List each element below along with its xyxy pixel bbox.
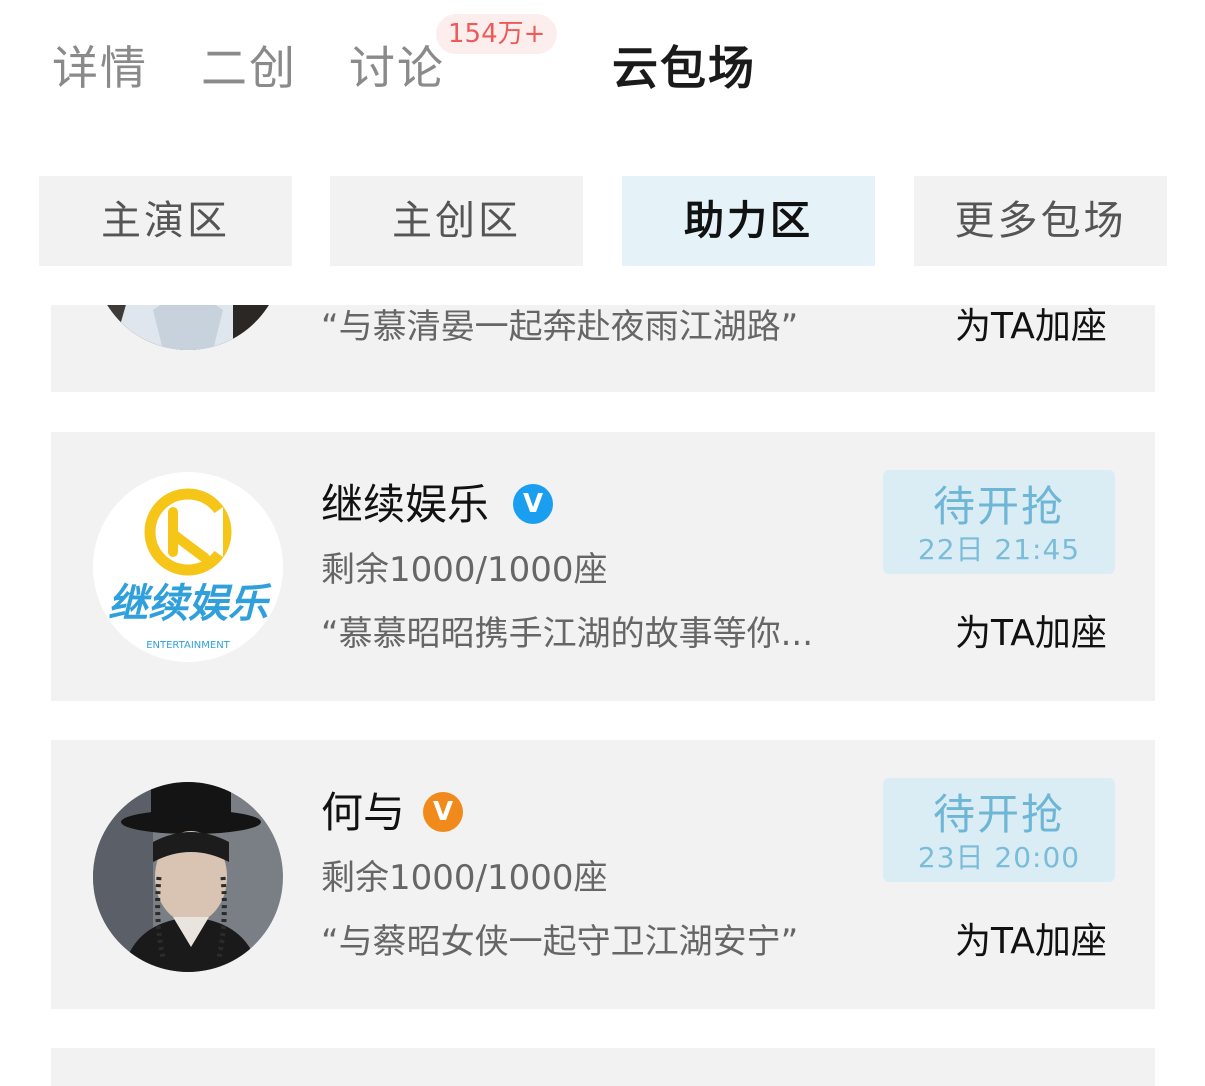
account-name: 继续娱乐 [321, 480, 490, 529]
svg-text:继续娱乐: 继续娱乐 [108, 581, 272, 627]
add-seat-button[interactable]: 为TA加座 [955, 920, 1107, 964]
tab-details[interactable]: 详情 [52, 40, 148, 96]
top-tab-bar: 详情 二创 讨论 154万+ 云包场 [0, 0, 1205, 130]
tab-secondary-creation[interactable]: 二创 [201, 40, 297, 96]
avatar [93, 782, 283, 972]
avatar-photo [93, 305, 283, 350]
grab-time: 22日 21:45 [917, 533, 1081, 566]
screening-card[interactable]: 继续娱乐 ENTERTAINMENT 继续娱乐 V 剩余1000/1000座 “… [51, 432, 1155, 701]
verified-v-icon: V [513, 484, 553, 524]
svg-text:ENTERTAINMENT: ENTERTAINMENT [146, 640, 230, 651]
screening-quote: “与蔡昭女侠一起守卫江湖安宁” [321, 922, 799, 962]
avatar [93, 305, 283, 350]
discussion-count-badge: 154万+ [436, 14, 558, 54]
tab-discussion[interactable]: 讨论 [349, 40, 445, 96]
screening-card[interactable]: 何与 V 剩余1000/1000座 “与蔡昭女侠一起守卫江湖安宁” 待开抢 23… [51, 740, 1155, 1009]
grab-label: 待开抢 [932, 482, 1065, 531]
account-name: 何与 [321, 788, 406, 837]
pending-grab-button[interactable]: 待开抢 23日 20:00 [883, 778, 1115, 882]
avatar: 继续娱乐 ENTERTAINMENT [93, 472, 283, 662]
grab-label: 待开抢 [932, 790, 1065, 839]
screening-card[interactable] [51, 1048, 1155, 1086]
add-seat-button[interactable]: 为TA加座 [955, 305, 1107, 349]
remaining-seats: 剩余1000/1000座 [321, 858, 608, 898]
screening-card[interactable]: “与慕清晏一起奔赴夜雨江湖路” 为TA加座 [51, 305, 1155, 392]
segment-creators[interactable]: 主创区 [330, 176, 583, 266]
pending-grab-button[interactable]: 待开抢 22日 21:45 [883, 470, 1115, 574]
add-seat-button[interactable]: 为TA加座 [955, 612, 1107, 656]
segment-more-screenings[interactable]: 更多包场 [914, 176, 1167, 266]
remaining-seats: 剩余1000/1000座 [321, 550, 608, 590]
verified-v-icon: V [423, 792, 463, 832]
tab-cloud-screening[interactable]: 云包场 [612, 40, 756, 96]
cloud-screening-page: 详情 二创 讨论 154万+ 云包场 主演区 主创区 助力区 更多包场 “与慕清… [0, 0, 1205, 1086]
segment-lead-actors[interactable]: 主演区 [39, 176, 292, 266]
avatar-photo [93, 782, 283, 972]
screening-quote: “与慕清晏一起奔赴夜雨江湖路” [321, 307, 799, 347]
screening-quote: “慕慕昭昭携手江湖的故事等你... [321, 614, 814, 654]
entertainment-logo: 继续娱乐 ENTERTAINMENT [93, 472, 283, 662]
segment-support[interactable]: 助力区 [622, 176, 875, 266]
grab-time: 23日 20:00 [917, 841, 1081, 874]
